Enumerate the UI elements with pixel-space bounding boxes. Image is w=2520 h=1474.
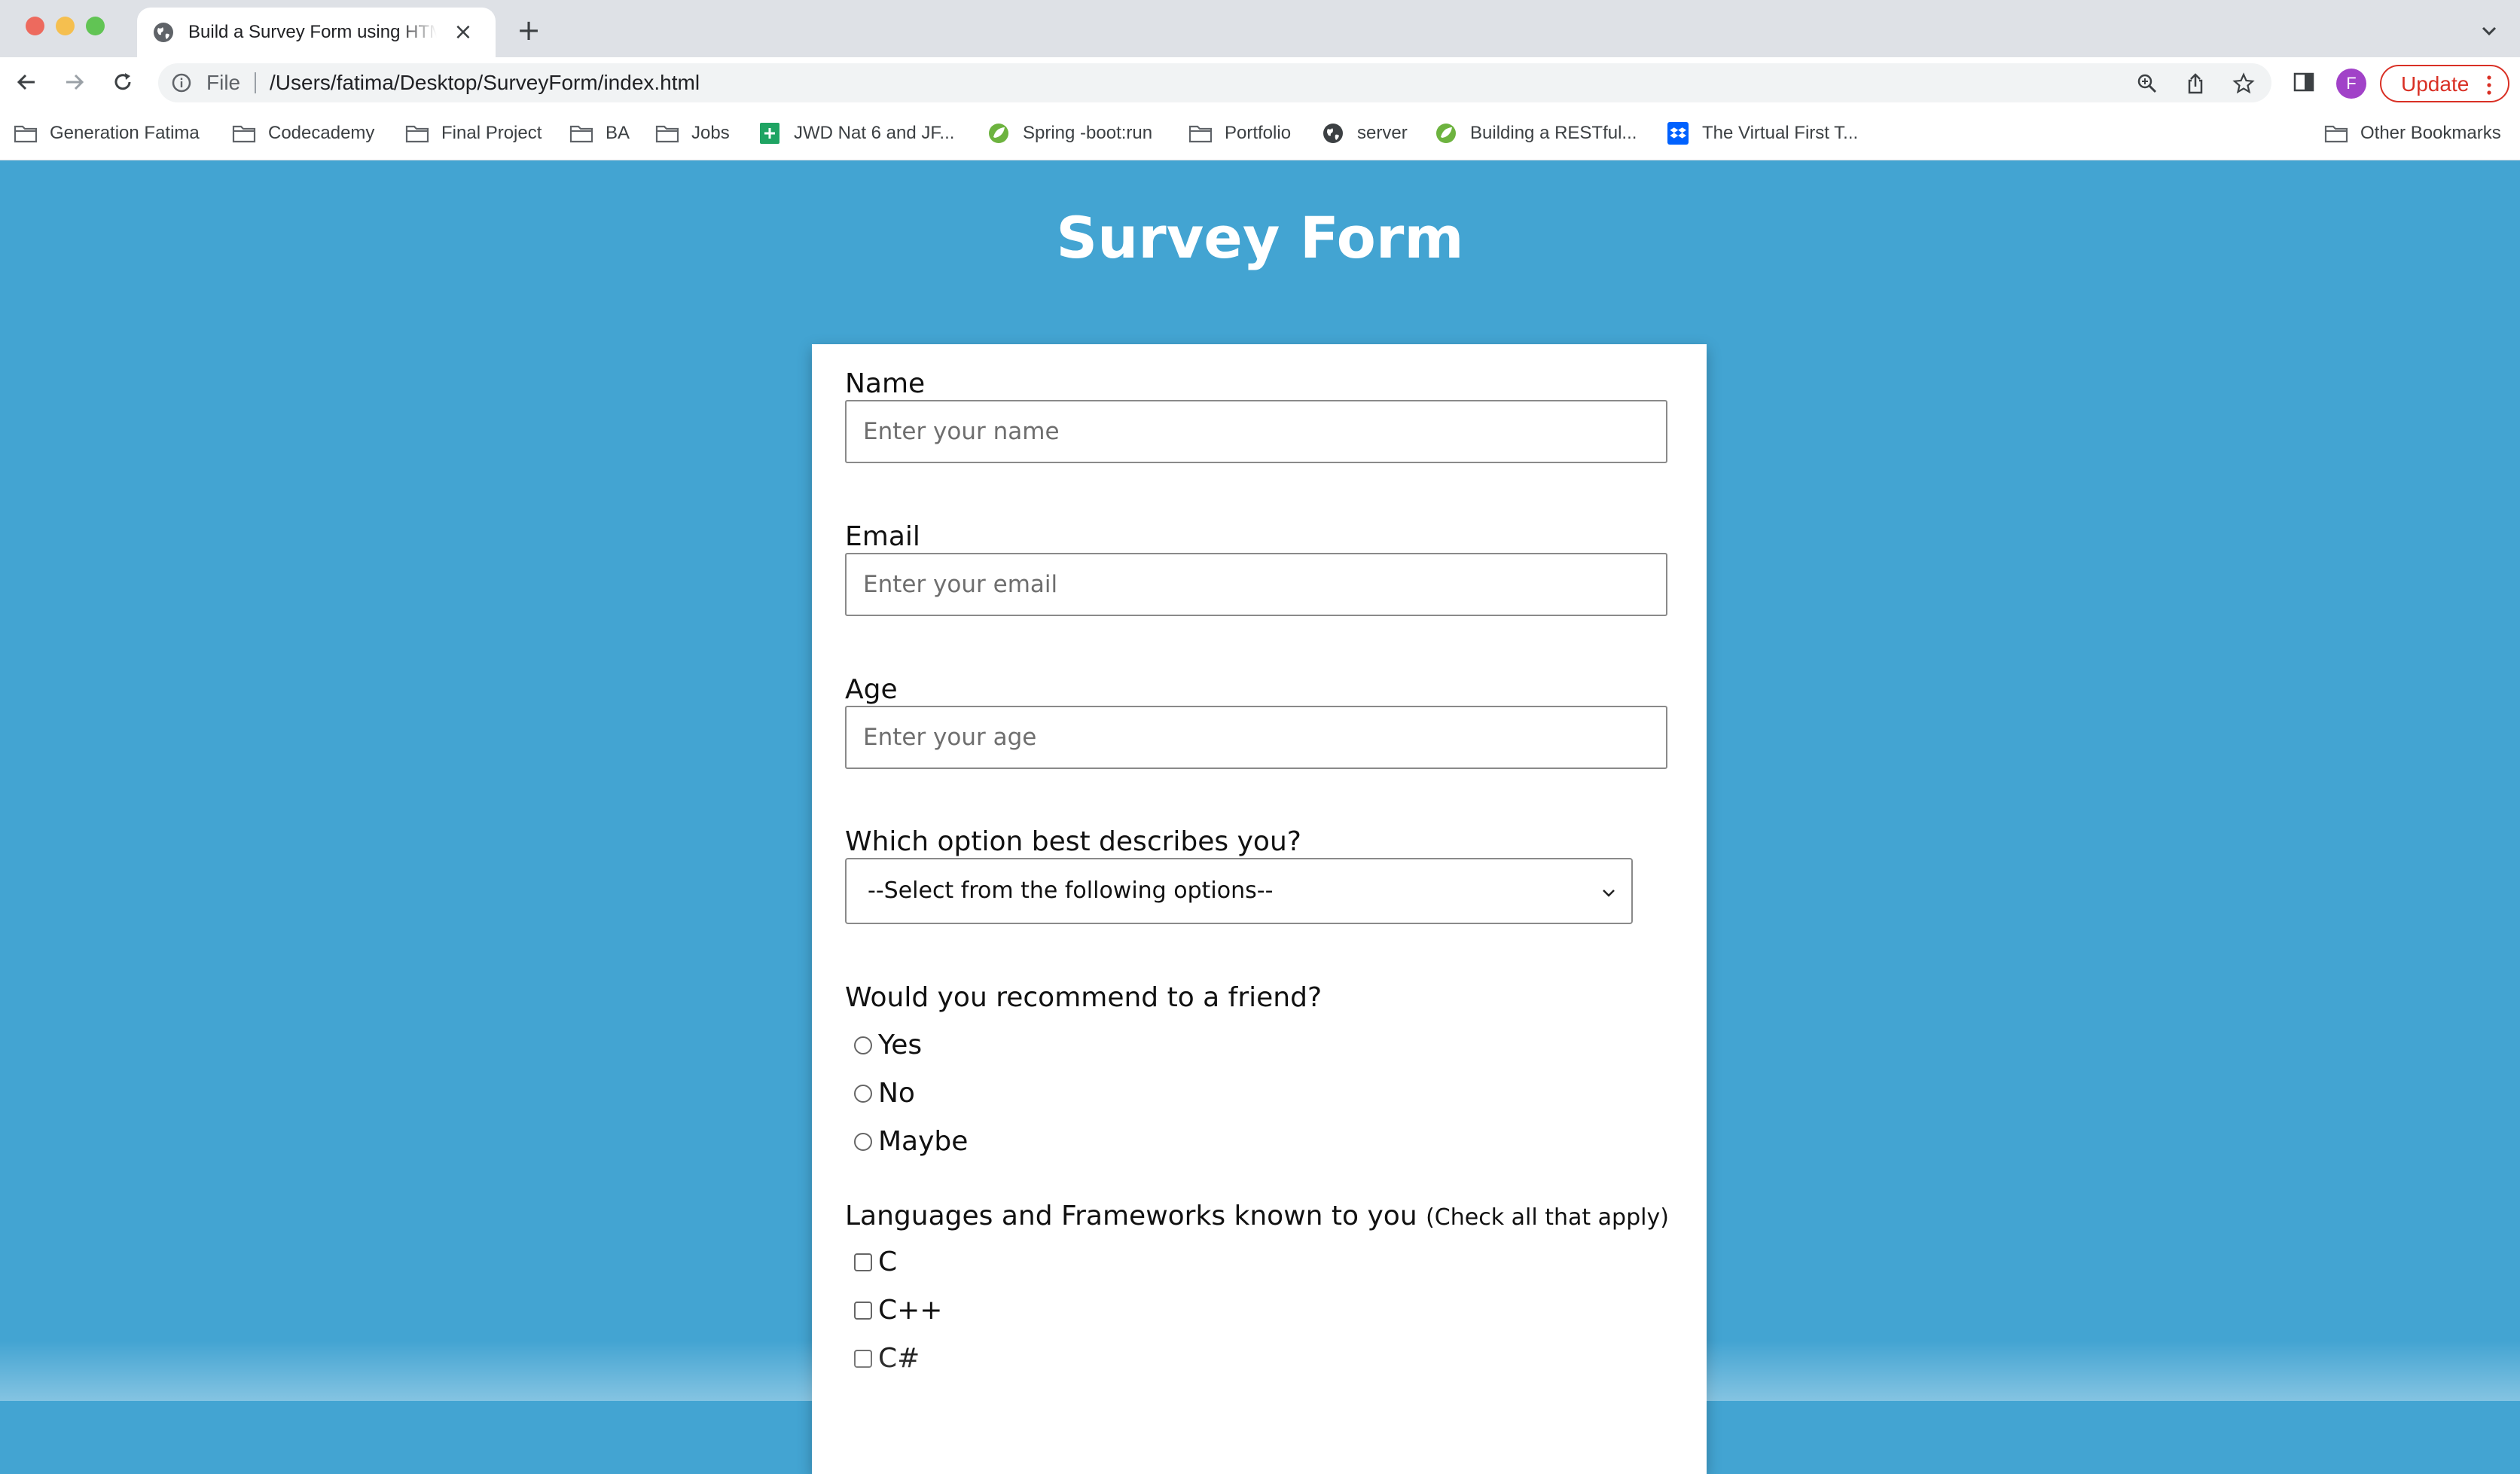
side-panel-icon[interactable] [2293,71,2315,93]
share-icon[interactable] [2184,72,2207,95]
radio-button[interactable] [854,1133,872,1151]
bookmark-label: Codecademy [268,123,375,143]
url-text[interactable]: /Users/fatima/Desktop/SurveyForm/index.h… [270,69,700,96]
spring-icon [989,124,1008,143]
bookmark-label: Spring -boot:run [1023,123,1153,143]
forward-arrow-icon[interactable] [62,69,87,95]
name-input[interactable]: Enter your name [845,400,1667,463]
maximize-window-button[interactable] [86,17,105,35]
email-placeholder: Enter your email [863,571,1058,598]
languages-label: Languages and Frameworks known to you (C… [845,1199,1669,1235]
bookmarks-bar: Generation Fatima Codecademy Final Proje… [0,107,2520,160]
address-bar[interactable]: File /Users/fatima/Desktop/SurveyForm/in… [158,63,2271,102]
bookmark-label: Final Project [441,123,542,143]
page-title: Survey Form [1056,204,1464,271]
close-tab-icon[interactable]: × [452,21,474,44]
bookmark-label: Portfolio [1225,123,1292,143]
update-label: Update [2401,72,2470,96]
checkbox-label: C# [878,1343,920,1374]
age-input[interactable]: Enter your age [845,706,1667,769]
profile-avatar[interactable]: F [2336,69,2366,99]
bookmark-label: server [1357,123,1408,143]
folder-icon [569,125,593,143]
update-button[interactable]: Update [2380,65,2509,102]
back-arrow-icon[interactable] [14,69,39,95]
info-icon[interactable] [172,73,191,93]
languages-hint: (Check all that apply) [1426,1204,1669,1231]
radio-button[interactable] [854,1036,872,1054]
folder-icon [232,125,256,143]
bookmark-label: BA [606,123,630,143]
active-tab[interactable]: Build a Survey Form using HTML × [137,8,496,57]
bookmark-label: JWD Nat 6 and JF... [794,123,955,143]
age-placeholder: Enter your age [863,724,1037,751]
page-viewport: Survey Form Name Enter your name Email E… [0,160,2520,1474]
reload-icon[interactable] [110,69,136,95]
name-label: Name [845,368,926,399]
role-dropdown[interactable]: --Select from the following options-- [845,858,1633,924]
radio-button[interactable] [854,1085,872,1103]
bookmark-label: Generation Fatima [50,123,200,143]
file-scheme-label: File [206,71,241,94]
radio-label: No [878,1078,915,1109]
checkbox[interactable] [854,1350,872,1368]
bookmark-star-icon[interactable] [2232,72,2255,95]
chevron-down-icon [1603,890,1615,897]
checkbox[interactable] [854,1302,872,1320]
globe-icon [1323,124,1343,143]
folder-icon [14,125,38,143]
checkbox-label: C [878,1247,898,1277]
bookmark-label: Jobs [691,123,730,143]
email-input[interactable]: Enter your email [845,553,1667,616]
radio-label: Yes [878,1030,923,1060]
zoom-icon[interactable] [2136,72,2158,95]
tab-search-chevron-icon[interactable] [2478,20,2500,42]
toolbar: File /Users/fatima/Desktop/SurveyForm/in… [0,57,2520,107]
spring-icon [1436,124,1456,143]
folder-icon [1188,125,1213,143]
more-vert-icon [2487,75,2491,95]
checkbox-label: C++ [878,1295,943,1326]
minimize-window-button[interactable] [56,17,75,35]
new-tab-button[interactable]: + [514,15,544,45]
age-label: Age [845,674,898,705]
tab-bar: Build a Survey Form using HTML × + [0,0,2520,57]
folder-icon [405,125,429,143]
radio-label: Maybe [878,1126,969,1157]
sheets-icon [760,123,779,144]
role-selected-value: --Select from the following options-- [868,877,1274,904]
folder-icon [2324,125,2348,143]
bookmark-label: Building a RESTful... [1470,123,1637,143]
folder-icon [655,125,679,143]
globe-icon [154,23,173,42]
languages-label-text: Languages and Frameworks known to you [845,1201,1417,1231]
name-placeholder: Enter your name [863,418,1060,445]
email-label: Email [845,521,920,552]
recommend-label: Would you recommend to a friend? [845,982,1323,1013]
role-label: Which option best describes you? [845,826,1301,857]
survey-form: Name Enter your name Email Enter your em… [812,344,1707,1474]
bookmark-label: Other Bookmarks [2360,123,2501,143]
bookmark-label: The Virtual First T... [1702,123,1859,143]
tab-title: Build a Survey Form using HTML [188,22,437,42]
close-window-button[interactable] [26,17,44,35]
checkbox[interactable] [854,1253,872,1271]
dropbox-icon [1667,122,1689,145]
address-separator [255,72,256,93]
